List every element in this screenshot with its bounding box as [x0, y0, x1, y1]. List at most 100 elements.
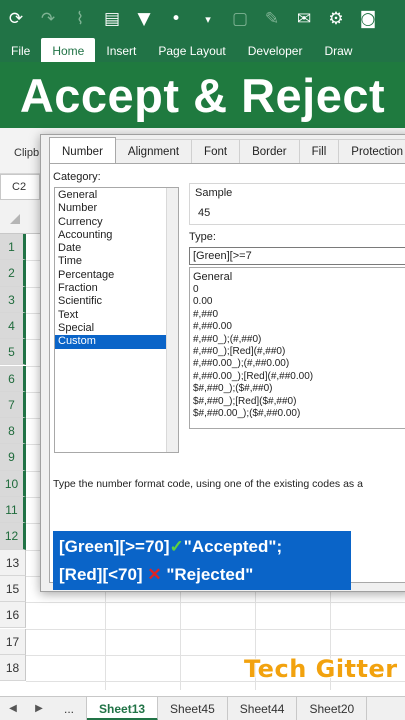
format-code-item[interactable]: #,##0.00_);[Red](#,##0.00) [193, 371, 405, 383]
rejected-condition: [Red][<70] [59, 565, 143, 584]
format-code-item[interactable]: #,##0_);(#,##0) [193, 334, 405, 346]
dialog-tab-fill[interactable]: Fill [298, 139, 340, 163]
row-header[interactable]: 16 [0, 602, 26, 629]
redo-icon[interactable]: ↷ [32, 0, 64, 38]
format-code-item[interactable]: $#,##0.00_);($#,##0.00) [193, 408, 405, 420]
ribbon-tab-home[interactable]: Home [41, 38, 96, 62]
dialog-tab-number[interactable]: Number [49, 137, 116, 163]
sheet-tabs: ... Sheet13 Sheet45 Sheet44 Sheet20 [52, 696, 368, 720]
format-code-item[interactable]: #,##0.00 [193, 321, 405, 333]
grid-line [26, 628, 405, 630]
ribbon-tabs: File Home Insert Page Layout Developer Draw [0, 38, 405, 62]
row-header[interactable]: 2 [0, 260, 26, 287]
next-sheet-icon[interactable]: ▶ [26, 703, 52, 714]
row-header[interactable]: 1 [0, 234, 26, 261]
row-header[interactable]: 13 [0, 549, 26, 576]
category-item-date[interactable]: Date [55, 242, 178, 255]
type-label: Type: [189, 231, 216, 243]
camera-icon[interactable]: ◙ [352, 0, 384, 38]
dialog-tab-protection[interactable]: Protection [338, 139, 405, 163]
category-item-scientific[interactable]: Scientific [55, 295, 178, 308]
annotation-line-rejected: [Red][<70] ✕ "Rejected" [59, 565, 253, 585]
row-header[interactable]: 7 [0, 391, 26, 419]
sample-value: 45 [198, 207, 211, 219]
accepted-text: "Accepted"; [183, 537, 283, 556]
category-list[interactable]: General Number Currency Accounting Date Time P… [54, 187, 179, 453]
row-header[interactable]: 11 [0, 497, 26, 524]
cross-icon: ✕ [147, 565, 162, 584]
ribbon-tab-insert[interactable]: Insert [95, 38, 147, 62]
dialog-tabs: Number Alignment Font Border Fill Protection [49, 137, 405, 163]
sample-label: Sample [195, 187, 233, 199]
category-item-text[interactable]: Text [55, 309, 178, 322]
screen: ⟳ ↷ ⌇ ▤ ▼ • ▾ ▢ ✎ ✉ ⚙ ◙ File Home Insert Pa… [0, 0, 405, 720]
row-header[interactable]: 8 [0, 418, 26, 445]
category-item-fraction[interactable]: Fraction [55, 282, 178, 295]
chart-icon[interactable]: ⌇ [64, 0, 96, 38]
row-header[interactable]: 10 [0, 470, 26, 497]
comment-icon[interactable]: ✉ [288, 0, 320, 38]
dialog-tab-alignment[interactable]: Alignment [114, 139, 193, 163]
dot-icon[interactable]: • [160, 0, 192, 38]
row-header[interactable]: 15 [0, 575, 26, 603]
grid-line [26, 602, 405, 604]
ribbon-tab-file[interactable]: File [0, 38, 41, 62]
format-code-item[interactable]: General [193, 270, 405, 284]
category-item-special[interactable]: Special [55, 322, 178, 335]
ribbon-tab-draw[interactable]: Draw [313, 38, 363, 62]
row-header[interactable]: 17 [0, 628, 26, 655]
category-item-number[interactable]: Number [55, 202, 178, 215]
sheet-tab-sheet45[interactable]: Sheet45 [158, 696, 228, 720]
format-hint-text: Type the number format code, using one o… [53, 478, 363, 490]
ribbon-tab-developer[interactable]: Developer [237, 38, 314, 62]
format-code-item[interactable]: #,##0.00_);(#,##0.00) [193, 358, 405, 370]
category-scrollbar[interactable] [166, 188, 178, 452]
type-input[interactable]: [Green][>=7 [189, 247, 405, 265]
table-icon[interactable]: ▤ [96, 0, 128, 38]
filter-icon[interactable]: ▼ [128, 0, 160, 38]
format-code-item[interactable]: #,##0_);[Red](#,##0) [193, 346, 405, 358]
format-code-item[interactable]: 0.00 [193, 296, 405, 308]
check-icon: ✓ [169, 537, 184, 556]
prev-sheet-icon[interactable]: ◀ [0, 703, 26, 714]
sheet-tab-bar: ◀ ▶ ... Sheet13 Sheet45 Sheet44 Sheet20 [0, 696, 405, 720]
gear-icon[interactable]: ⚙ [320, 0, 352, 38]
format-code-item[interactable]: #,##0 [193, 309, 405, 321]
format-code-item[interactable]: $#,##0_);[Red]($#,##0) [193, 396, 405, 408]
row-header[interactable]: 3 [0, 286, 26, 313]
sheet-tab-sheet13[interactable]: Sheet13 [87, 696, 159, 720]
annotation-line-accepted: [Green][>=70]✓"Accepted"; [59, 537, 282, 557]
category-item-general[interactable]: General [55, 189, 178, 202]
watermark: Tech Gitter [244, 655, 398, 683]
category-item-percentage[interactable]: Percentage [55, 269, 178, 282]
format-code-list[interactable]: General 0 0.00 #,##0 #,##0.00 #,##0_);(#,##0)… [189, 267, 405, 429]
category-item-accounting[interactable]: Accounting [55, 229, 178, 242]
category-item-custom[interactable]: Custom [55, 335, 178, 349]
shapes-icon[interactable]: ▢ [224, 0, 256, 38]
dialog-tab-border[interactable]: Border [239, 139, 300, 163]
row-header[interactable]: 6 [0, 365, 26, 392]
category-item-time[interactable]: Time [55, 255, 178, 268]
row-header[interactable]: 4 [0, 312, 26, 340]
autosave-icon[interactable]: ⟳ [0, 0, 32, 38]
dialog-tab-font[interactable]: Font [191, 139, 241, 163]
category-label: Category: [53, 171, 101, 183]
quick-access-toolbar: ⟳ ↷ ⌇ ▤ ▼ • ▾ ▢ ✎ ✉ ⚙ ◙ [0, 0, 405, 38]
row-header[interactable]: 12 [0, 523, 26, 550]
name-box[interactable]: C2 [0, 174, 40, 200]
row-header[interactable]: 18 [0, 654, 26, 682]
ribbon-tab-page-layout[interactable]: Page Layout [147, 38, 236, 62]
more-sheets-button[interactable]: ... [52, 696, 88, 720]
sheet-tab-sheet44[interactable]: Sheet44 [228, 696, 298, 720]
format-painter-icon[interactable]: ✎ [256, 0, 288, 38]
format-code-item[interactable]: 0 [193, 284, 405, 296]
title-banner: Accept & Reject [0, 62, 405, 128]
chevron-down-icon[interactable]: ▾ [192, 0, 224, 38]
category-item-currency[interactable]: Currency [55, 216, 178, 229]
sheet-tab-sheet20[interactable]: Sheet20 [297, 696, 368, 720]
format-code-item[interactable]: $#,##0_);($#,##0) [193, 383, 405, 395]
row-header[interactable]: 5 [0, 339, 26, 366]
select-all-corner[interactable] [10, 214, 20, 224]
row-header[interactable]: 9 [0, 444, 26, 471]
format-code-annotation: [Green][>=70]✓"Accepted"; [Red][<70] ✕ "… [53, 531, 351, 590]
